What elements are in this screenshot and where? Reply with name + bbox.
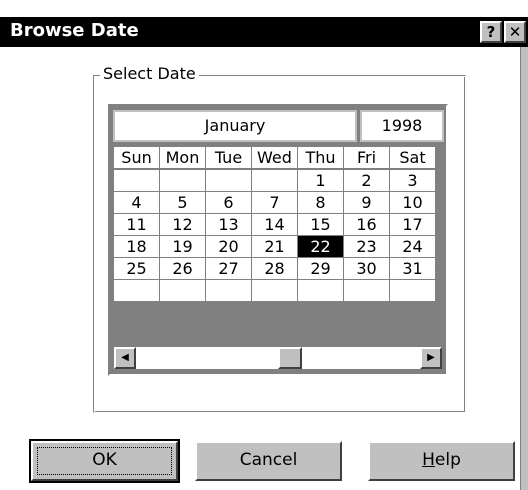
calendar-control: January 1998 Sun Mon Tue Wed Thu Fri Sat…: [108, 104, 448, 376]
day-cell[interactable]: [205, 168, 252, 192]
help-label: Help: [422, 450, 461, 470]
weekday-row: Sun Mon Tue Wed Thu Fri Sat: [113, 146, 436, 170]
window-right-edge: [520, 47, 528, 490]
day-cell[interactable]: [389, 279, 436, 302]
day-cell[interactable]: 26: [159, 257, 206, 280]
day-cell[interactable]: [159, 279, 206, 302]
day-cell[interactable]: [113, 279, 160, 302]
day-cell[interactable]: 25: [113, 257, 160, 280]
weekday-header: Mon: [159, 146, 206, 170]
week-row: 4 5 6 7 8 9 10: [113, 191, 436, 214]
day-cell[interactable]: 17: [389, 213, 436, 236]
day-cell[interactable]: 15: [297, 213, 344, 236]
browse-date-dialog: Browse Date ? ✕ Select Date January 1998…: [0, 0, 528, 490]
day-cell[interactable]: [251, 168, 298, 192]
day-cell[interactable]: [251, 279, 298, 302]
year-header[interactable]: 1998: [360, 110, 444, 142]
scroll-right-icon[interactable]: ▶: [420, 347, 442, 369]
month-header[interactable]: January: [113, 110, 357, 142]
ok-label: OK: [92, 450, 117, 470]
week-row: 1 2 3: [113, 168, 436, 192]
week-row: 11 12 13 14 15 16 17: [113, 213, 436, 236]
day-cell[interactable]: 6: [205, 191, 252, 214]
title-bar[interactable]: Browse Date ? ✕: [0, 17, 528, 47]
day-cell[interactable]: 2: [343, 168, 390, 192]
day-cell[interactable]: 1: [297, 168, 344, 192]
day-cell[interactable]: 10: [389, 191, 436, 214]
day-cell[interactable]: 23: [343, 235, 390, 258]
day-cell[interactable]: 14: [251, 213, 298, 236]
day-cell[interactable]: 16: [343, 213, 390, 236]
weekday-header: Thu: [297, 146, 344, 170]
day-cell[interactable]: 28: [251, 257, 298, 280]
day-cell[interactable]: 11: [113, 213, 160, 236]
day-cell[interactable]: 4: [113, 191, 160, 214]
day-cell[interactable]: 7: [251, 191, 298, 214]
day-cell[interactable]: [343, 279, 390, 302]
weekday-header: Wed: [251, 146, 298, 170]
horizontal-scrollbar[interactable]: ◀ ▶: [113, 346, 443, 370]
scroll-left-icon[interactable]: ◀: [114, 347, 136, 369]
day-cell[interactable]: [113, 168, 160, 192]
day-cell[interactable]: 3: [389, 168, 436, 192]
weekday-header: Sun: [113, 146, 160, 170]
day-cell[interactable]: 21: [251, 235, 298, 258]
day-cell[interactable]: 5: [159, 191, 206, 214]
calendar-grid: Sun Mon Tue Wed Thu Fri Sat 1 2 3 4 5 6: [113, 146, 436, 302]
day-cell[interactable]: 20: [205, 235, 252, 258]
weekday-header: Sat: [389, 146, 436, 170]
day-cell[interactable]: [297, 279, 344, 302]
close-icon[interactable]: ✕: [504, 21, 526, 43]
day-cell[interactable]: 18: [113, 235, 160, 258]
week-row: 25 26 27 28 29 30 31: [113, 257, 436, 280]
day-cell[interactable]: 8: [297, 191, 344, 214]
week-row: 18 19 20 21 22 23 24: [113, 235, 436, 258]
help-title-button[interactable]: ?: [480, 21, 502, 43]
group-label: Select Date: [100, 64, 199, 83]
day-cell[interactable]: 29: [297, 257, 344, 280]
week-row: [113, 279, 436, 302]
window-title: Browse Date: [10, 20, 139, 41]
weekday-header: Tue: [205, 146, 252, 170]
day-cell[interactable]: [205, 279, 252, 302]
day-cell[interactable]: 30: [343, 257, 390, 280]
cancel-label: Cancel: [239, 450, 298, 470]
day-cell[interactable]: 12: [159, 213, 206, 236]
help-button[interactable]: Help: [368, 441, 515, 481]
scroll-thumb[interactable]: [278, 347, 302, 369]
selected-day-cell[interactable]: 22: [297, 235, 344, 258]
day-cell[interactable]: 19: [159, 235, 206, 258]
day-cell[interactable]: 27: [205, 257, 252, 280]
day-cell[interactable]: 13: [205, 213, 252, 236]
day-cell[interactable]: 9: [343, 191, 390, 214]
cancel-button[interactable]: Cancel: [195, 441, 342, 481]
weekday-header: Fri: [343, 146, 390, 170]
day-cell[interactable]: [159, 168, 206, 192]
ok-button[interactable]: OK: [29, 439, 180, 483]
day-cell[interactable]: 31: [389, 257, 436, 280]
day-cell[interactable]: 24: [389, 235, 436, 258]
